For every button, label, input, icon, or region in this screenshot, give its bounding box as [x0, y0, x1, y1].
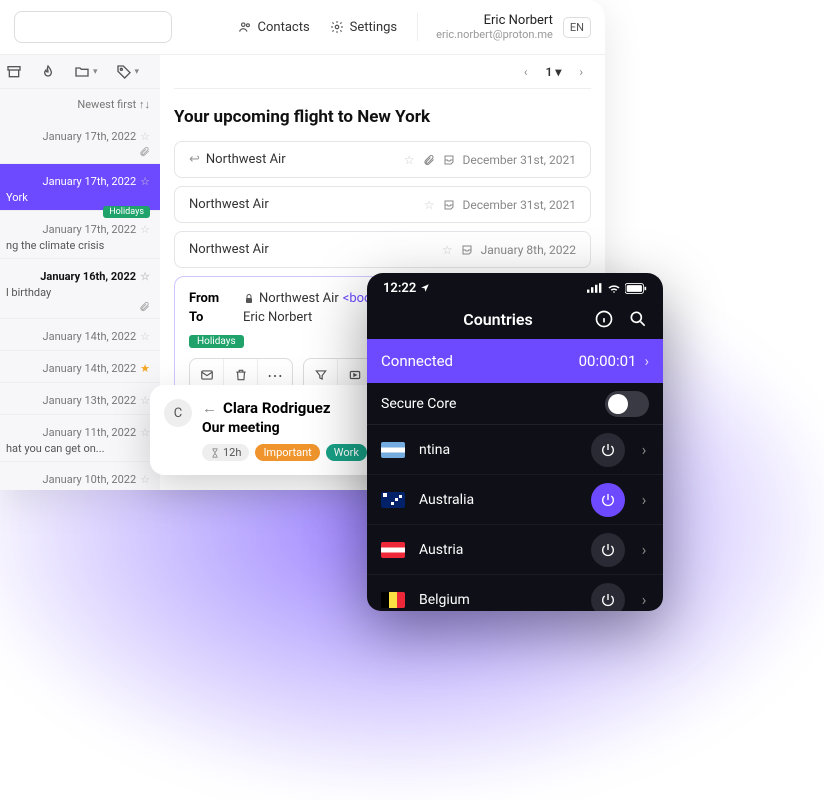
star-icon[interactable]: ☆ [140, 426, 150, 439]
star-icon[interactable]: ☆ [442, 243, 453, 257]
country-row[interactable]: ntina › [367, 425, 663, 475]
mail-list-sidebar: ▾ ▾ Newest first ↑↓ January 17th, 2022 ☆… [0, 55, 160, 490]
secure-core-toggle[interactable] [605, 391, 649, 417]
power-button[interactable] [591, 433, 625, 467]
flag-icon [381, 442, 405, 458]
attachment-icon [139, 146, 150, 157]
power-button[interactable] [591, 583, 625, 612]
chevron-right-icon: › [639, 590, 649, 609]
star-icon[interactable]: ☆ [140, 223, 150, 236]
phone-title: Countries [403, 310, 593, 329]
mail-list-item[interactable]: January 17th, 2022 ☆ng the climate crisi… [0, 211, 160, 259]
thread-row[interactable]: Northwest Air ☆ December 31st, 2021 [174, 186, 591, 223]
attachment-icon [139, 301, 150, 312]
thread-row[interactable]: ↩Northwest Air ☆ December 31st, 2021 [174, 141, 591, 178]
user-email: eric.norbert@proton.me [436, 28, 553, 41]
tag-menu[interactable]: ▾ [116, 64, 140, 80]
pager-prev[interactable]: ‹ [516, 61, 536, 83]
notif-subject: Our meeting [202, 420, 280, 436]
power-button[interactable] [591, 533, 625, 567]
inbox-icon [461, 244, 473, 256]
pager-next[interactable]: › [571, 61, 591, 83]
mail-list-item[interactable]: January 17th, 2022 ☆YorkHolidays [0, 164, 160, 211]
location-icon [420, 283, 430, 293]
star-icon[interactable]: ☆ [140, 175, 150, 188]
sidebar-toolbar: ▾ ▾ [0, 55, 160, 89]
flag-icon [381, 542, 405, 558]
vpn-mobile-overlay: 12:22 Countries Connected 00:00:01 › Sec… [367, 273, 663, 611]
contacts-link[interactable]: Contacts [238, 20, 310, 35]
inbox-icon [443, 154, 455, 166]
thread-row[interactable]: Northwest Air ☆ January 8th, 2022 [174, 231, 591, 268]
label-chip: Holidays [103, 206, 150, 218]
phone-status-bar: 12:22 [367, 273, 663, 303]
country-row[interactable]: Australia › [367, 475, 663, 525]
chevron-right-icon: › [639, 490, 649, 509]
star-icon[interactable]: ★ [140, 362, 150, 375]
connected-banner[interactable]: Connected 00:00:01 › [367, 339, 663, 383]
from-label: From [189, 291, 229, 306]
flag-icon [381, 592, 405, 608]
mail-list-item[interactable]: January 11th, 2022 ☆hat you can get on..… [0, 415, 160, 462]
inbox-icon [443, 199, 455, 211]
mail-list-item[interactable]: January 17th, 2022 ☆ [0, 119, 160, 164]
attachment-icon [423, 154, 435, 166]
battery-icon [625, 283, 647, 294]
language-badge[interactable]: EN [563, 17, 591, 38]
mail-list-item[interactable]: January 13th, 2022 ☆ [0, 383, 160, 415]
star-icon[interactable]: ☆ [140, 130, 150, 143]
star-icon[interactable]: ☆ [140, 473, 150, 486]
mail-list-item[interactable]: January 16th, 2022 ☆l birthday [0, 259, 160, 319]
lock-icon [243, 293, 255, 305]
work-chip: Work [326, 444, 367, 461]
avatar: C [164, 399, 192, 427]
sort-icon: ↑↓ [139, 98, 150, 111]
mail-list-item[interactable]: January 14th, 2022 ★ [0, 351, 160, 383]
signal-icon [587, 283, 603, 293]
flag-icon [381, 492, 405, 508]
chevron-right-icon: › [639, 440, 649, 459]
to-label: To [189, 310, 229, 325]
country-row[interactable]: Belgium › [367, 575, 663, 611]
label-chip[interactable]: Holidays [189, 335, 244, 348]
star-icon[interactable]: ☆ [404, 153, 415, 167]
search-icon[interactable] [627, 309, 649, 329]
chevron-right-icon: › [639, 540, 649, 559]
star-icon[interactable]: ☆ [140, 330, 150, 343]
star-icon[interactable]: ☆ [424, 198, 435, 212]
timer-chip: 12h [202, 444, 249, 461]
pager: ‹ 1 ▾ › [174, 55, 591, 89]
star-icon[interactable]: ☆ [140, 394, 150, 407]
important-chip: Important [255, 444, 319, 461]
info-icon[interactable] [593, 309, 615, 329]
flame-icon[interactable] [40, 64, 56, 80]
search-input[interactable] [14, 11, 172, 43]
notif-sender: ← Clara Rodriguez [202, 399, 331, 417]
mail-list-item[interactable]: January 10th, 2022 ☆ [0, 462, 160, 490]
gear-icon [330, 20, 344, 34]
folder-icon [74, 64, 90, 80]
mail-list-item[interactable]: January 14th, 2022 ☆ [0, 319, 160, 351]
tag-icon [116, 64, 132, 80]
archive-icon[interactable] [6, 64, 22, 80]
power-button[interactable] [591, 483, 625, 517]
contacts-icon [238, 20, 252, 34]
star-icon[interactable]: ☆ [140, 270, 150, 283]
wifi-icon [607, 283, 621, 293]
sort-control[interactable]: Newest first ↑↓ [0, 89, 160, 119]
topbar: Contacts Settings Eric Norbert eric.norb… [0, 0, 605, 55]
user-name: Eric Norbert [436, 13, 553, 28]
chevron-right-icon: › [644, 352, 649, 370]
country-row[interactable]: Austria › [367, 525, 663, 575]
thread-title: Your upcoming flight to New York [174, 107, 591, 127]
settings-link[interactable]: Settings [330, 20, 397, 35]
folder-menu[interactable]: ▾ [74, 64, 98, 80]
secure-core-row: Secure Core [367, 383, 663, 425]
